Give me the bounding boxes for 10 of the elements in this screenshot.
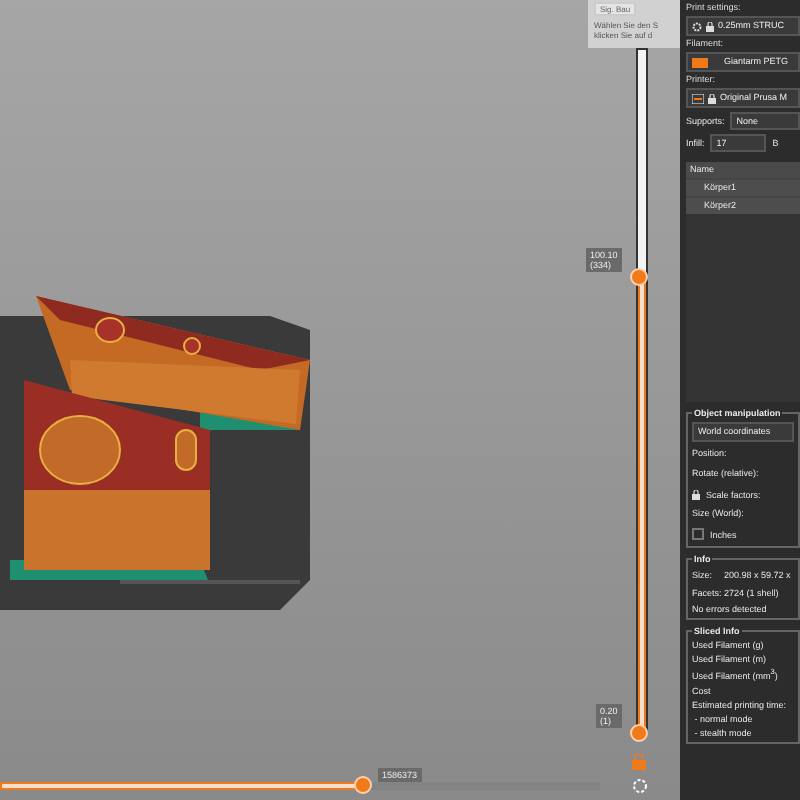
printer-icon — [692, 93, 704, 103]
inches-checkbox[interactable] — [692, 528, 704, 540]
move-handle[interactable] — [354, 776, 372, 794]
lock-icon — [706, 21, 714, 31]
gear-icon — [692, 21, 702, 31]
lock-icon — [708, 93, 716, 103]
lower-handle[interactable] — [630, 724, 648, 742]
upper-handle[interactable] — [630, 267, 648, 286]
settings-icon[interactable] — [632, 778, 648, 794]
lock-icon — [692, 489, 700, 499]
